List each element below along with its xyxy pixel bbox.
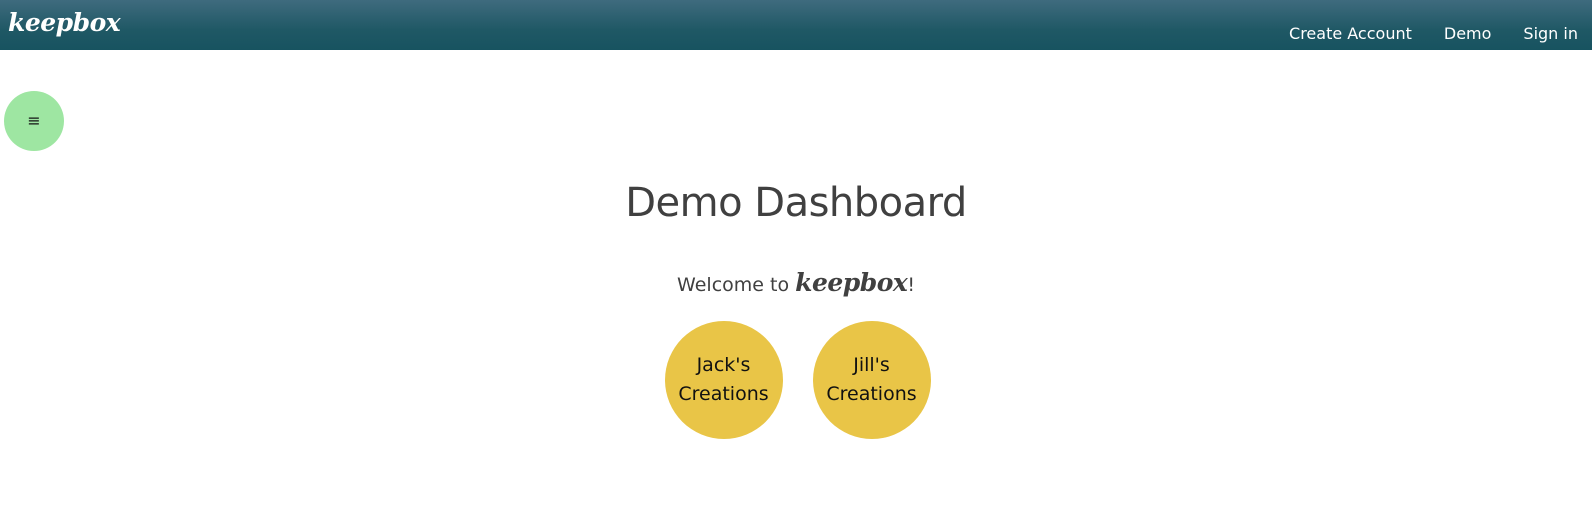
top-navbar: keepbox Create Account Demo Sign in <box>0 0 1592 50</box>
page-title: Demo Dashboard <box>625 180 967 226</box>
welcome-brand: keepbox <box>795 268 908 297</box>
hamburger-icon: ≡ <box>27 111 41 130</box>
welcome-message: Welcome to keepbox! <box>0 268 1592 297</box>
welcome-prefix: Welcome to <box>677 274 796 296</box>
jills-creations-button[interactable]: Jill's Creations <box>812 321 931 439</box>
nav-links: Create Account Demo Sign in <box>1257 0 1578 50</box>
demo-link[interactable]: Demo <box>1444 24 1492 44</box>
brand-logo[interactable]: keepbox <box>8 10 121 35</box>
jacks-creations-button[interactable]: Jack's Creations <box>664 321 783 439</box>
welcome-suffix: ! <box>907 274 915 296</box>
creations-list: Jack's Creations Jill's Creations <box>0 321 1592 439</box>
menu-toggle-button[interactable]: ≡ <box>4 91 64 151</box>
sign-in-link[interactable]: Sign in <box>1523 24 1578 44</box>
create-account-link[interactable]: Create Account <box>1289 24 1412 44</box>
